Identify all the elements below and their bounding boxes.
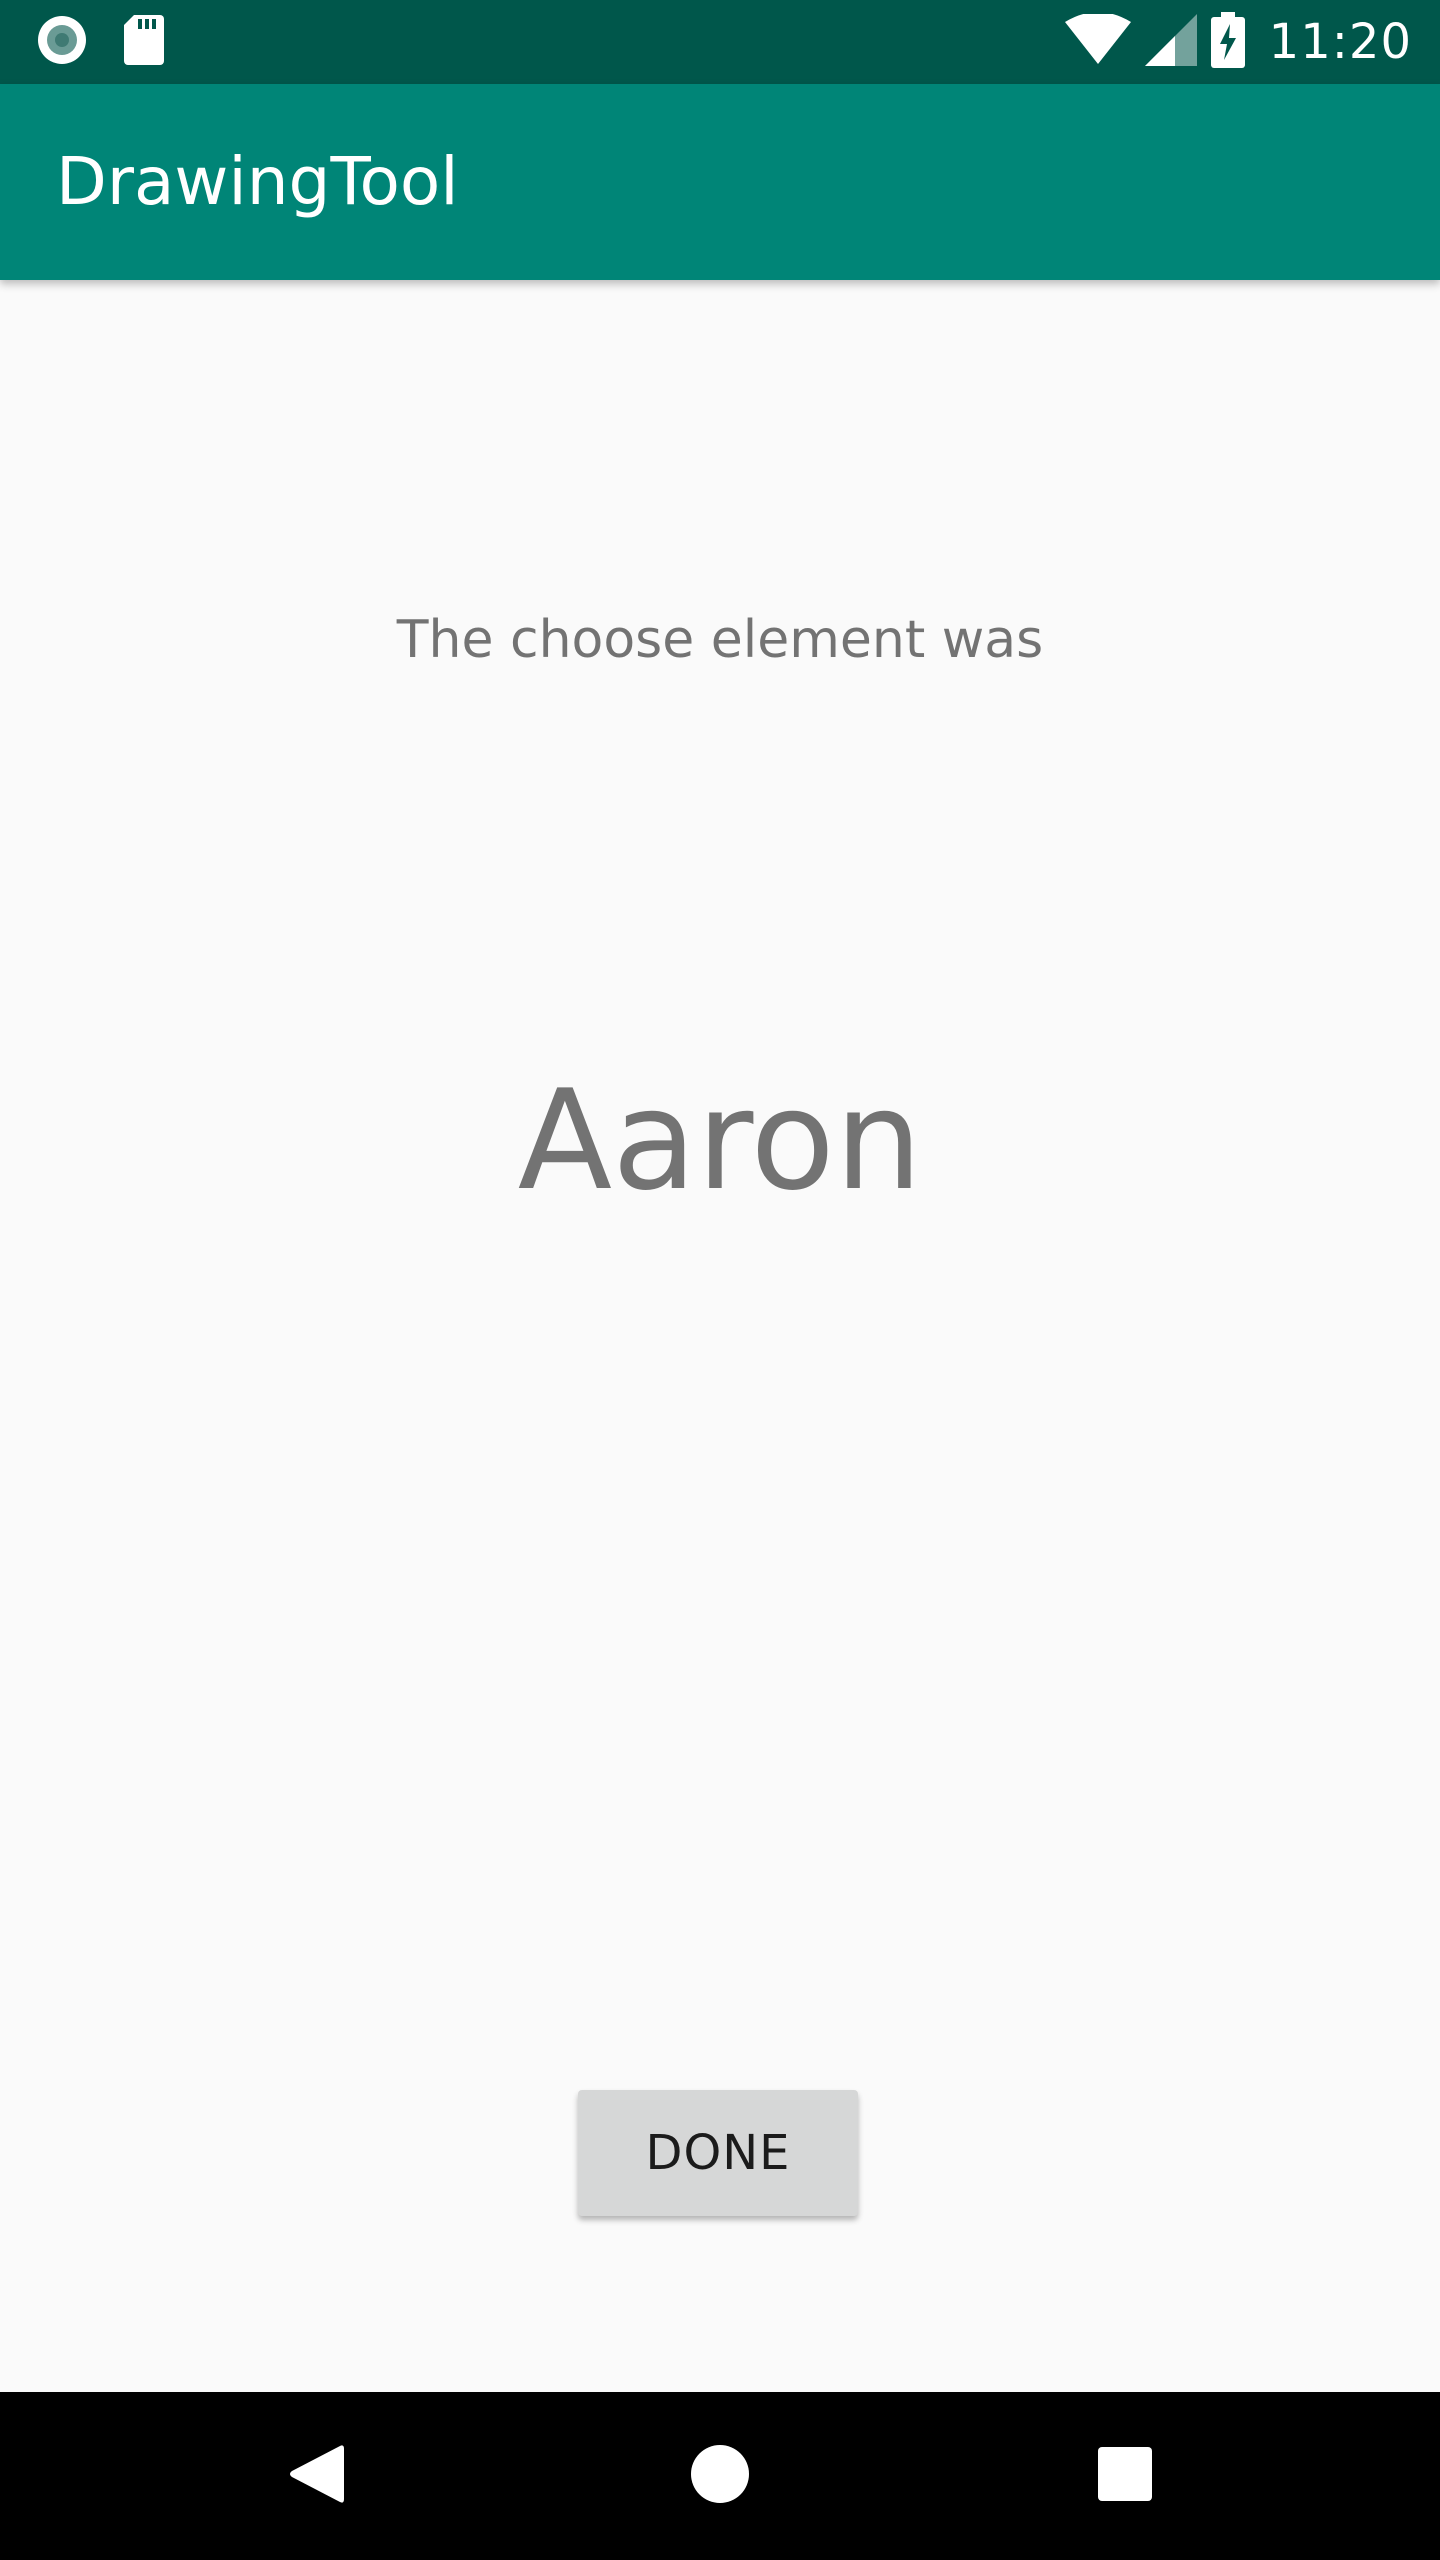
done-button[interactable]: DONE [578,2090,858,2216]
status-bar: 11:20 [0,0,1440,84]
home-button[interactable] [636,2392,804,2560]
main-content: The choose element was Aaron DONE [0,280,1440,2392]
back-button[interactable] [232,2392,400,2560]
recents-button[interactable] [1041,2392,1209,2560]
status-clock: 11:20 [1268,14,1412,70]
status-left-icons [36,14,164,70]
status-right-icons: 11:20 [1064,12,1412,72]
home-icon [690,2444,750,2508]
wifi-icon [1064,12,1131,70]
app-title: DrawingTool [56,143,459,220]
record-icon [36,14,88,70]
signal-icon [1144,14,1197,70]
navigation-bar [0,2392,1440,2560]
battery-charging-icon [1210,12,1245,72]
back-icon [288,2442,344,2510]
chosen-element-value: Aaron [517,1060,923,1221]
recents-icon [1098,2447,1152,2505]
sd-card-icon [124,15,164,69]
app-bar: DrawingTool [0,84,1440,280]
prompt-label: The choose element was [396,610,1044,670]
